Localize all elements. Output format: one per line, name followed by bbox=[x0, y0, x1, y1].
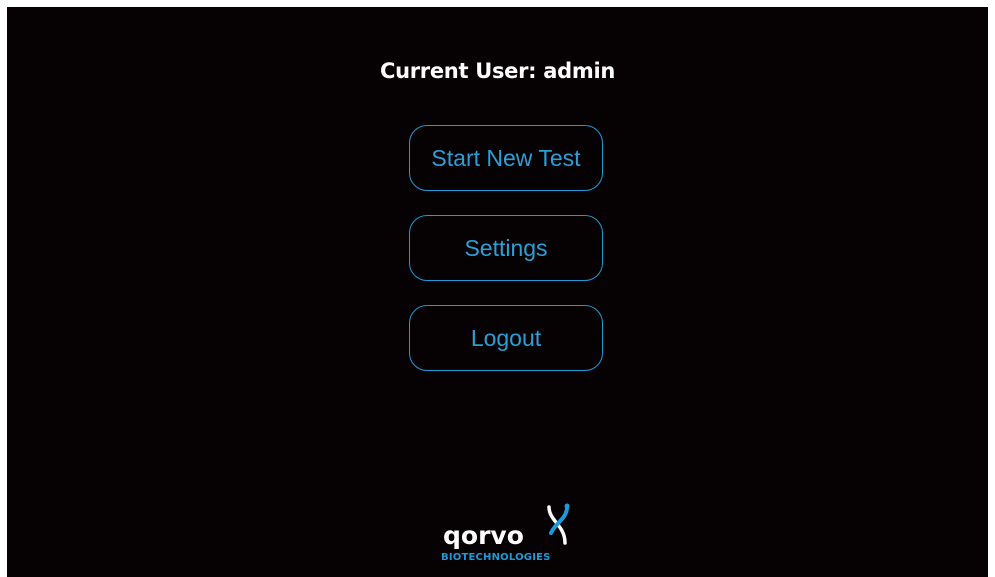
current-user-label: Current User: admin bbox=[379, 59, 615, 83]
settings-button[interactable]: Settings bbox=[409, 215, 603, 281]
qorvo-dna-icon bbox=[547, 503, 570, 545]
company-logo: qorvo BIOTECHNOLOGIES bbox=[435, 501, 575, 573]
start-new-test-button[interactable]: Start New Test bbox=[409, 125, 603, 191]
logout-button[interactable]: Logout bbox=[409, 305, 603, 371]
main-screen: Current User: admin Start New Test Setti… bbox=[7, 7, 988, 577]
logo-subtitle: BIOTECHNOLOGIES bbox=[441, 552, 551, 563]
logo-wordmark: qorvo bbox=[443, 521, 524, 550]
